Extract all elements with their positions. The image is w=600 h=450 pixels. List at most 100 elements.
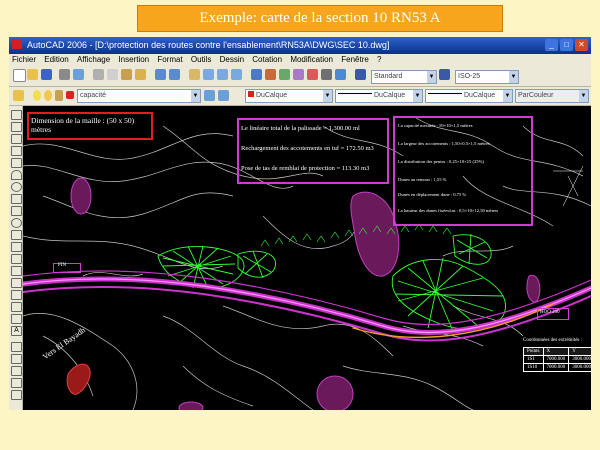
param-line-4: Dunes au remous : 1,55 % — [398, 177, 447, 182]
color-swatch — [248, 91, 254, 97]
summary-line-2: Rechargement des accotements en tuf = 17… — [241, 145, 374, 152]
table-cell: 7000.000 — [542, 355, 570, 364]
param-line-6: La hauteur des dunes fixées/tas : 0,5×10… — [398, 208, 499, 213]
color-value: DuCalque — [256, 92, 288, 99]
menu-help[interactable]: ? — [377, 55, 381, 64]
paste-icon[interactable] — [121, 69, 132, 80]
circle-tool-icon[interactable] — [11, 182, 22, 192]
make-current-icon[interactable] — [204, 90, 215, 101]
zoom-window-icon[interactable] — [217, 69, 228, 80]
autocad-app-icon — [12, 39, 22, 49]
table-row: 1S10 7000.000 3000.000 — [523, 363, 591, 372]
menu-modification[interactable]: Modification — [290, 55, 333, 64]
text-style-select[interactable]: Standard ▼ — [371, 70, 437, 84]
ellipse-tool-icon[interactable] — [11, 218, 22, 228]
window-close-button[interactable]: ✕ — [575, 39, 588, 51]
properties-icon[interactable] — [251, 69, 262, 80]
table-cell: 7000.000 — [542, 363, 570, 372]
menu-dessin[interactable]: Dessin — [220, 55, 244, 64]
window-minimize-button[interactable]: _ — [545, 39, 558, 51]
menu-format[interactable]: Format — [157, 55, 182, 64]
linetype-line — [338, 93, 372, 94]
new-file-icon[interactable] — [13, 69, 26, 82]
scale-tool-icon[interactable] — [11, 366, 22, 376]
lock-icon — [55, 90, 63, 101]
text-style-value: Standard — [374, 73, 403, 80]
menu-edition[interactable]: Edition — [44, 55, 68, 64]
table-cell: 3000.000 — [568, 363, 591, 372]
match-properties-icon[interactable] — [135, 69, 146, 80]
lineweight-select[interactable]: DuCalque ▼ — [425, 89, 513, 103]
chevron-down-icon: ▼ — [579, 90, 588, 102]
layer-previous-icon[interactable] — [218, 90, 229, 101]
dim-style-icon — [439, 69, 450, 80]
open-folder-icon[interactable] — [27, 69, 38, 80]
summary-line-1: Le linéaire total de la palissade = 1,30… — [241, 125, 360, 132]
linetype-value: DuCalque — [374, 92, 406, 99]
hatch-tool-icon[interactable] — [11, 278, 22, 288]
spline-tool-icon[interactable] — [11, 206, 22, 216]
trim-tool-icon[interactable] — [11, 378, 22, 388]
rotate-tool-icon[interactable] — [11, 354, 22, 364]
redo-icon[interactable] — [169, 69, 180, 80]
ellipse-arc-icon[interactable] — [11, 230, 22, 240]
pan-icon[interactable] — [189, 69, 200, 80]
menu-fenetre[interactable]: Fenêtre — [341, 55, 369, 64]
point-tool-icon[interactable] — [11, 266, 22, 276]
zoom-previous-icon[interactable] — [231, 69, 242, 80]
cut-icon[interactable] — [93, 69, 104, 80]
rectangle-tool-icon[interactable] — [11, 158, 22, 168]
dim-style-select[interactable]: ISO-25 ▼ — [455, 70, 519, 84]
param-line-1: La capacité mesurée : 59×10×1,5 mètres — [398, 123, 473, 128]
calculator-icon[interactable] — [321, 69, 332, 80]
zoom-realtime-icon[interactable] — [203, 69, 214, 80]
construction-line-icon[interactable] — [11, 122, 22, 132]
extend-tool-icon[interactable] — [11, 390, 22, 400]
revision-cloud-icon[interactable] — [11, 194, 22, 204]
line-tool-icon[interactable] — [11, 110, 22, 120]
chevron-down-icon: ▼ — [427, 71, 436, 83]
insert-block-icon[interactable] — [11, 242, 22, 252]
menu-outils[interactable]: Outils — [191, 55, 211, 64]
preview-icon[interactable] — [73, 69, 84, 80]
table-header-cell: X — [542, 347, 570, 356]
color-select[interactable]: DuCalque ▼ — [245, 89, 333, 103]
menu-insertion[interactable]: Insertion — [118, 55, 149, 64]
table-cell: 3000.000 — [568, 355, 591, 364]
print-icon[interactable] — [59, 69, 70, 80]
gradient-tool-icon[interactable] — [11, 290, 22, 300]
table-tool-icon[interactable] — [11, 314, 22, 324]
copy-icon[interactable] — [107, 69, 118, 80]
pk-right-label: HOO 200 — [540, 310, 560, 315]
arc-tool-icon[interactable] — [11, 170, 22, 180]
menu-fichier[interactable]: Fichier — [12, 55, 36, 64]
move-tool-icon[interactable] — [11, 342, 22, 352]
sheet-set-icon[interactable] — [293, 69, 304, 80]
undo-icon[interactable] — [155, 69, 166, 80]
make-block-icon[interactable] — [11, 254, 22, 264]
summary-line-3: Pose de tas de remblai de protection = 1… — [241, 165, 370, 172]
coordinates-table: Points X Y 1S1 7000.000 3000.000 1S10 70… — [523, 347, 591, 372]
markup-icon[interactable] — [307, 69, 318, 80]
menu-cotation[interactable]: Cotation — [252, 55, 282, 64]
mesh-note: Dimension de la maille : (50 x 50) mètre… — [31, 116, 135, 134]
drawing-canvas[interactable]: Dimension de la maille : (50 x 50) mètre… — [23, 106, 591, 410]
tool-palettes-icon[interactable] — [279, 69, 290, 80]
save-icon[interactable] — [41, 69, 52, 80]
table-header-row: Points X Y — [523, 347, 591, 356]
help-icon[interactable] — [335, 69, 346, 80]
polygon-tool-icon[interactable] — [11, 146, 22, 156]
linetype-select[interactable]: DuCalque ▼ — [335, 89, 423, 103]
design-center-icon[interactable] — [265, 69, 276, 80]
menu-affichage[interactable]: Affichage — [77, 55, 110, 64]
table-row: 1S1 7000.000 3000.000 — [523, 355, 591, 364]
layer-manager-icon[interactable] — [13, 90, 24, 101]
lineweight-value: DuCalque — [464, 92, 496, 99]
plotstyle-select[interactable]: ParCouleur ▼ — [515, 89, 589, 103]
region-tool-icon[interactable] — [11, 302, 22, 312]
layer-select[interactable]: capacité ▼ — [77, 89, 201, 103]
polyline-tool-icon[interactable] — [11, 134, 22, 144]
window-maximize-button[interactable]: □ — [560, 39, 573, 51]
pk-left-label: FIN — [58, 263, 67, 268]
multiline-text-icon[interactable]: A — [11, 326, 22, 336]
